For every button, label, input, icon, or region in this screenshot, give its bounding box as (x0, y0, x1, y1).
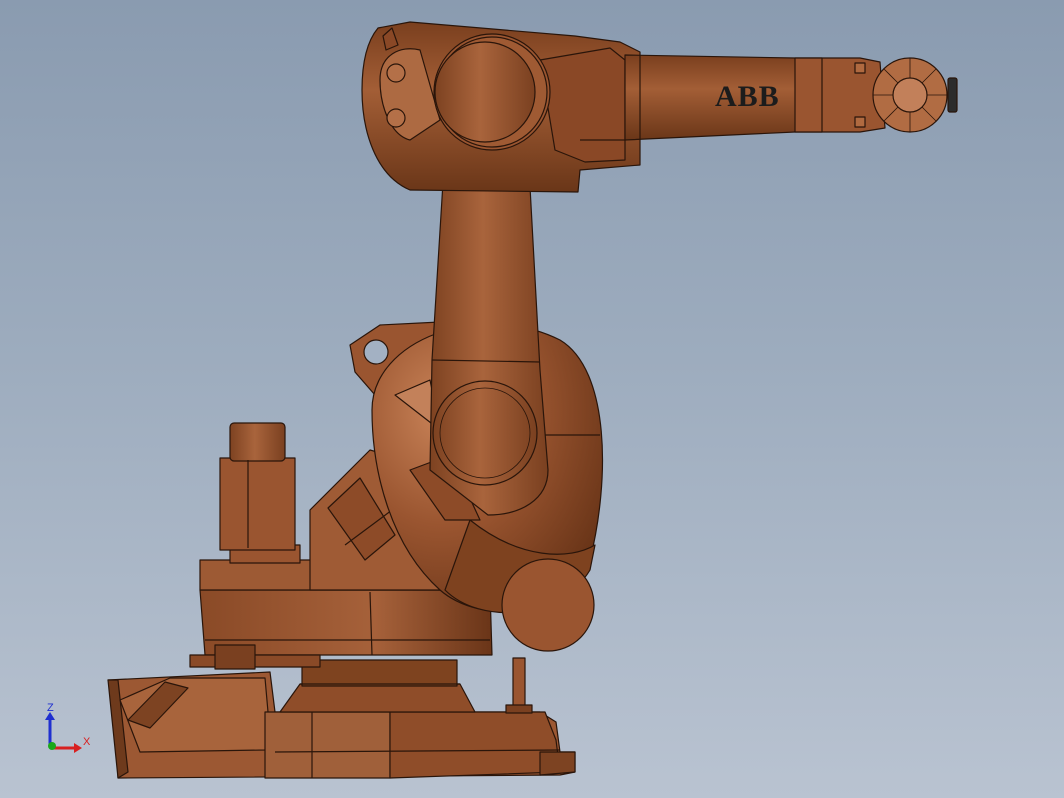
axis1-motor (219, 422, 296, 551)
axis-triad[interactable]: Z X (45, 702, 91, 753)
y-axis-indicator (48, 742, 56, 750)
robot-model[interactable] (107, 21, 958, 779)
graphics-viewport[interactable]: ABB Z X (0, 0, 1064, 798)
turntable (279, 659, 476, 713)
brand-logo-text: ABB (715, 80, 780, 113)
shoulder-pivot (432, 380, 538, 486)
robot-model-canvas[interactable]: ABB Z X (0, 0, 1064, 798)
x-axis-label: X (83, 736, 91, 748)
z-axis-label: Z (47, 702, 54, 714)
wrist-flange (872, 57, 958, 133)
